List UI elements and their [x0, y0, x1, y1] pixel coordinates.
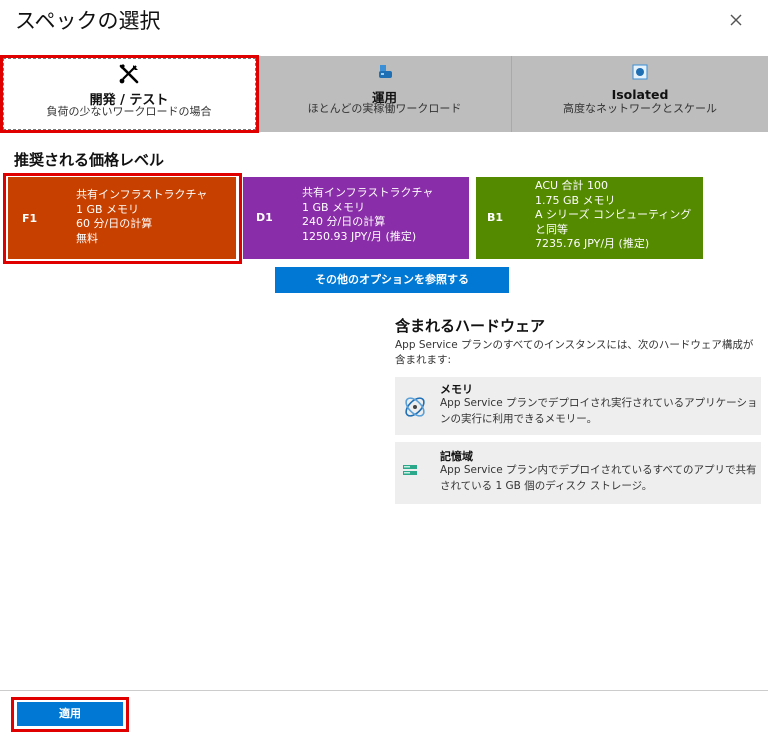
tier-detail-line: 7235.76 JPY/月 (推定) [535, 237, 650, 250]
tier-detail-line: A シリーズ コンピューティング [535, 208, 692, 221]
tab-description: ほとんどの実稼働ワークロード [307, 102, 462, 115]
footer-divider [0, 690, 768, 691]
recommended-tiers-heading: 推奨される価格レベル [14, 151, 165, 169]
tier-detail-line: 240 分/日の計算 [302, 215, 386, 228]
tier-detail-line: 共有インフラストラクチャ [76, 188, 208, 201]
tier-code: B1 [487, 211, 504, 224]
tier-tabs: 開発 / テスト 負荷の少ないワークロードの場合 運用 ほとんどの実稼働ワークロ… [0, 56, 768, 132]
hardware-item-memory: メモリ App Service プランでデプロイされ実行されているアプリケーショ… [395, 377, 761, 435]
memory-icon [402, 394, 428, 424]
hardware-description: App Service プランのすべてのインスタンスには、次のハードウェア構成が… [395, 339, 754, 366]
hardware-item-storage: 記憶域 App Service プラン内でデプロイされているすべてのアプリで共有… [395, 442, 761, 504]
hardware-item-name: 記憶域 [440, 450, 473, 463]
isolated-network-icon [632, 64, 648, 84]
tab-production[interactable]: 運用 ほとんどの実稼働ワークロード [258, 56, 512, 132]
tab-description: 高度なネットワークとスケール [563, 102, 717, 115]
tab-isolated[interactable]: Isolated 高度なネットワークとスケール [512, 56, 768, 132]
tier-detail-line: 1.75 GB メモリ [535, 193, 616, 207]
apply-button[interactable]: 適用 [17, 702, 123, 726]
pricing-card-b1[interactable]: B1 ACU 合計 100 1.75 GB メモリ A シリーズ コンピューティ… [476, 177, 703, 259]
tools-icon [118, 63, 140, 89]
tier-details: ACU 合計 100 1.75 GB メモリ A シリーズ コンピューティング … [535, 179, 691, 252]
tier-detail-line: 1 GB メモリ [76, 202, 140, 216]
hardware-item-text: App Service プラン内でデプロイされているすべてのアプリで共有されてい… [440, 464, 757, 492]
tier-details: 共有インフラストラクチャ 1 GB メモリ 60 分/日の計算 無料 [76, 188, 207, 246]
production-icon [377, 64, 393, 84]
tier-code: F1 [22, 212, 38, 225]
blade-title: スペックの選択 [15, 9, 161, 33]
see-more-options-button[interactable]: その他のオプションを参照する [275, 267, 509, 293]
tab-dev-test[interactable]: 開発 / テスト 負荷の少ないワークロードの場合 [0, 56, 258, 132]
tier-detail-line: 1250.93 JPY/月 (推定) [302, 229, 417, 243]
close-button[interactable] [726, 10, 746, 30]
tier-detail-line: 1 GB メモリ [302, 200, 366, 214]
tier-details: 共有インフラストラクチャ 1 GB メモリ 240 分/日の計算 1250.93… [302, 186, 433, 244]
storage-icon [402, 462, 420, 482]
tier-detail-line: 共有インフラストラクチャ [302, 186, 434, 199]
pricing-card-d1[interactable]: D1 共有インフラストラクチャ 1 GB メモリ 240 分/日の計算 1250… [243, 177, 469, 259]
tier-code: D1 [256, 211, 273, 224]
hardware-item-text: App Service プランでデプロイされ実行されているアプリケーションの実行… [440, 397, 758, 425]
hardware-heading: 含まれるハードウェア [395, 317, 546, 335]
pricing-card-f1[interactable]: F1 共有インフラストラクチャ 1 GB メモリ 60 分/日の計算 無料 [8, 177, 236, 259]
tier-detail-line: ACU 合計 100 [535, 179, 609, 192]
tier-detail-line: 60 分/日の計算 [76, 217, 153, 230]
tier-detail-line: 無料 [76, 231, 98, 245]
tier-detail-line: と同等 [535, 222, 568, 236]
close-icon [730, 14, 742, 26]
tab-description: 負荷の少ないワークロードの場合 [46, 105, 212, 118]
hardware-item-name: メモリ [440, 383, 473, 396]
